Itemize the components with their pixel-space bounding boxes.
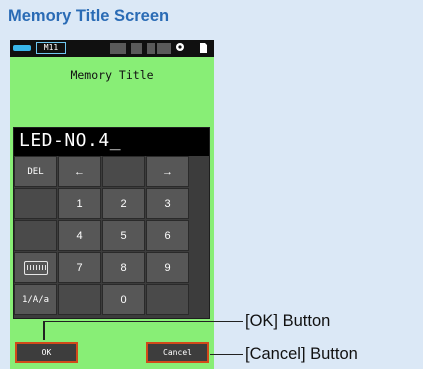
key-2[interactable]: 2 (102, 188, 145, 219)
blank-key (146, 284, 189, 315)
memory-channel-indicator: M11 (36, 42, 66, 54)
cancel-callout-label: [Cancel] Button (245, 345, 358, 363)
key-1[interactable]: 1 (58, 188, 101, 219)
blank-key (14, 188, 57, 219)
status-indicator (157, 43, 171, 54)
case-toggle-key[interactable]: 1/A/a (14, 284, 57, 315)
delete-key[interactable]: DEL (14, 156, 57, 187)
cancel-button[interactable]: Cancel (146, 342, 209, 363)
ok-callout-label: [OK] Button (245, 312, 331, 330)
cancel-callout-line (210, 354, 243, 355)
device-screen: M11 Memory Title LED-NO.4_ DEL ← → 1 2 3… (10, 40, 214, 369)
ok-button[interactable]: OK (15, 342, 78, 363)
status-bar: M11 (10, 40, 214, 57)
wireless-icon (172, 42, 188, 55)
title-entry-panel: LED-NO.4_ DEL ← → 1 2 3 4 5 6 7 8 9 1/A/… (13, 127, 210, 319)
key-0[interactable]: 0 (102, 284, 145, 315)
blank-key (58, 284, 101, 315)
key-3[interactable]: 3 (146, 188, 189, 219)
status-indicator (147, 43, 155, 54)
key-7[interactable]: 7 (58, 252, 101, 283)
key-5[interactable]: 5 (102, 220, 145, 251)
ok-callout-line (43, 321, 243, 322)
keyboard-toggle-key[interactable] (14, 252, 57, 283)
key-6[interactable]: 6 (146, 220, 189, 251)
file-icon (198, 43, 209, 54)
status-indicator (131, 43, 142, 54)
cursor-left-key[interactable]: ← (58, 156, 101, 187)
title-input-text: LED-NO.4_ (19, 130, 122, 151)
status-indicator (110, 43, 126, 54)
title-input[interactable]: LED-NO.4_ (14, 128, 209, 156)
key-9[interactable]: 9 (146, 252, 189, 283)
blank-key (14, 220, 57, 251)
screen-title: Memory Title (70, 68, 154, 82)
blank-key (102, 156, 145, 187)
section-heading: Memory Title Screen (8, 7, 170, 25)
ok-callout-line (43, 321, 45, 340)
battery-icon (13, 45, 31, 51)
key-4[interactable]: 4 (58, 220, 101, 251)
cursor-right-key[interactable]: → (146, 156, 189, 187)
keyboard-icon (23, 260, 48, 275)
key-8[interactable]: 8 (102, 252, 145, 283)
